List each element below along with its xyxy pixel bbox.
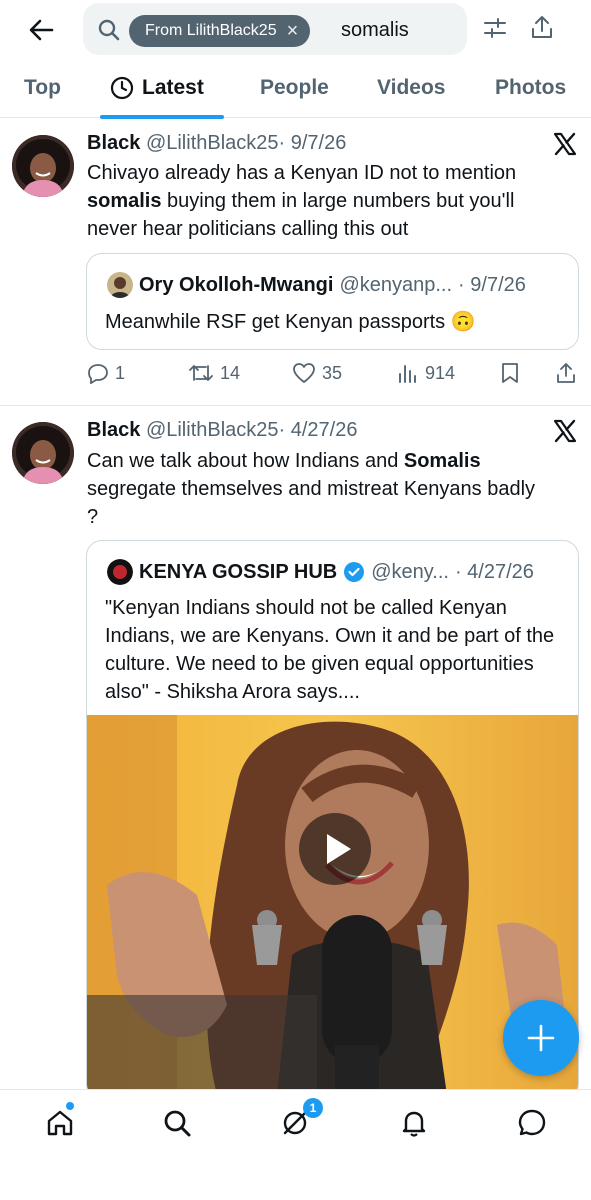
tweet-text: Chivayo already has a Kenyan ID not to m… <box>87 162 517 240</box>
tab-top[interactable]: Top <box>24 76 61 100</box>
clock-icon <box>110 76 134 100</box>
quoted-text: "Kenyan Indians should not be called Ken… <box>105 597 555 703</box>
tab-latest-label: Latest <box>142 76 204 99</box>
reply-count: 1 <box>115 362 126 383</box>
notifications-bell-icon[interactable] <box>399 1108 429 1138</box>
repost-button[interactable]: 14 <box>188 362 240 384</box>
tweet-date: · 9/7/26 <box>278 132 347 154</box>
reply-icon <box>88 364 108 384</box>
explore-search-icon[interactable] <box>162 1108 192 1138</box>
tab-latest[interactable]: Latest <box>110 76 204 100</box>
remove-filter-icon[interactable]: × <box>287 21 299 41</box>
tweet-actions: 1 14 35 914 <box>87 362 582 392</box>
quoted-tweet[interactable]: Ory Okolloh-Mwangi @kenyanp... · 9/7/26 M… <box>86 253 579 350</box>
quoted-date: · 9/7/26 <box>458 273 526 296</box>
views-button[interactable]: 914 <box>397 362 455 384</box>
verified-badge-icon <box>344 562 365 582</box>
tweet-date: · 4/27/26 <box>278 419 358 441</box>
like-button[interactable]: 35 <box>292 362 342 384</box>
play-button[interactable] <box>299 813 371 885</box>
search-header: From LilithBlack25 × somalis Top Latest … <box>0 0 591 119</box>
search-tabs: Top Latest People Videos Photos <box>0 72 591 119</box>
tweet[interactable]: Black @LilithBlack25· 9/7/26 Chivayo alr… <box>0 119 591 406</box>
home-unread-dot <box>66 1102 74 1110</box>
avatar[interactable] <box>12 422 74 484</box>
avatar[interactable] <box>12 135 74 197</box>
user-handle[interactable]: @LilithBlack25 <box>146 419 279 441</box>
x-logo-icon <box>553 132 577 156</box>
quoted-text: Meanwhile RSF get Kenyan passports 🙃 <box>105 311 476 333</box>
search-term-highlight: somalis <box>87 190 162 212</box>
search-settings-icon[interactable] <box>483 16 507 40</box>
quoted-display-name: KENYA GOSSIP HUB <box>139 560 338 583</box>
quoted-author-line: Ory Okolloh-Mwangi @kenyanp... · 9/7/26 <box>107 272 526 298</box>
share-tweet-icon[interactable] <box>555 362 577 384</box>
home-icon[interactable] <box>45 1108 75 1138</box>
x-logo-icon <box>553 419 577 443</box>
notification-badge: 1 <box>303 1098 323 1118</box>
heart-icon <box>293 363 315 383</box>
display-name[interactable]: Black <box>87 419 140 441</box>
tweet-text: Can we talk about how Indians and Somali… <box>87 450 536 528</box>
display-name[interactable]: Black <box>87 132 140 154</box>
user-handle[interactable]: @LilithBlack25 <box>146 132 279 154</box>
tab-people[interactable]: People <box>260 76 329 100</box>
messages-icon[interactable] <box>517 1108 547 1138</box>
quoted-date: · 4/27/26 <box>454 560 534 583</box>
repost-count: 14 <box>220 362 241 383</box>
tweet-author-line: Black @LilithBlack25· 4/27/26 <box>87 419 357 442</box>
views-icon <box>399 365 416 383</box>
filter-chip-label: From LilithBlack25 <box>145 22 277 39</box>
share-icon[interactable] <box>530 14 554 40</box>
repost-icon <box>189 365 213 381</box>
quoted-author-line: KENYA GOSSIP HUB @keny... · 4/27/26 <box>107 559 534 585</box>
search-query-input[interactable]: somalis <box>341 19 409 42</box>
quoted-avatar <box>107 559 133 585</box>
tweet[interactable]: Black @LilithBlack25· 4/27/26 Can we tal… <box>0 406 591 1100</box>
tab-videos[interactable]: Videos <box>377 76 445 100</box>
compose-post-button[interactable] <box>503 1000 579 1076</box>
from-user-filter-chip[interactable]: From LilithBlack25 × <box>129 15 311 47</box>
quoted-display-name: Ory Okolloh-Mwangi <box>139 273 334 296</box>
like-count: 35 <box>322 362 343 383</box>
back-arrow-icon[interactable] <box>22 14 62 46</box>
plus-icon <box>527 1024 555 1052</box>
bottom-navigation <box>0 1089 591 1200</box>
quoted-handle: @keny... <box>371 560 449 583</box>
reply-button[interactable]: 1 <box>87 362 125 384</box>
view-count: 914 <box>425 362 456 383</box>
tab-photos[interactable]: Photos <box>495 76 566 100</box>
tweet-author-line: Black @LilithBlack25· 9/7/26 <box>87 132 346 155</box>
search-bar[interactable]: From LilithBlack25 × somalis <box>83 3 467 55</box>
quoted-avatar <box>107 272 133 298</box>
search-icon <box>98 19 120 41</box>
quoted-handle: @kenyanp... <box>339 273 453 296</box>
bookmark-icon[interactable] <box>500 362 520 384</box>
play-icon <box>327 834 351 864</box>
search-term-highlight: Somalis <box>403 450 481 472</box>
